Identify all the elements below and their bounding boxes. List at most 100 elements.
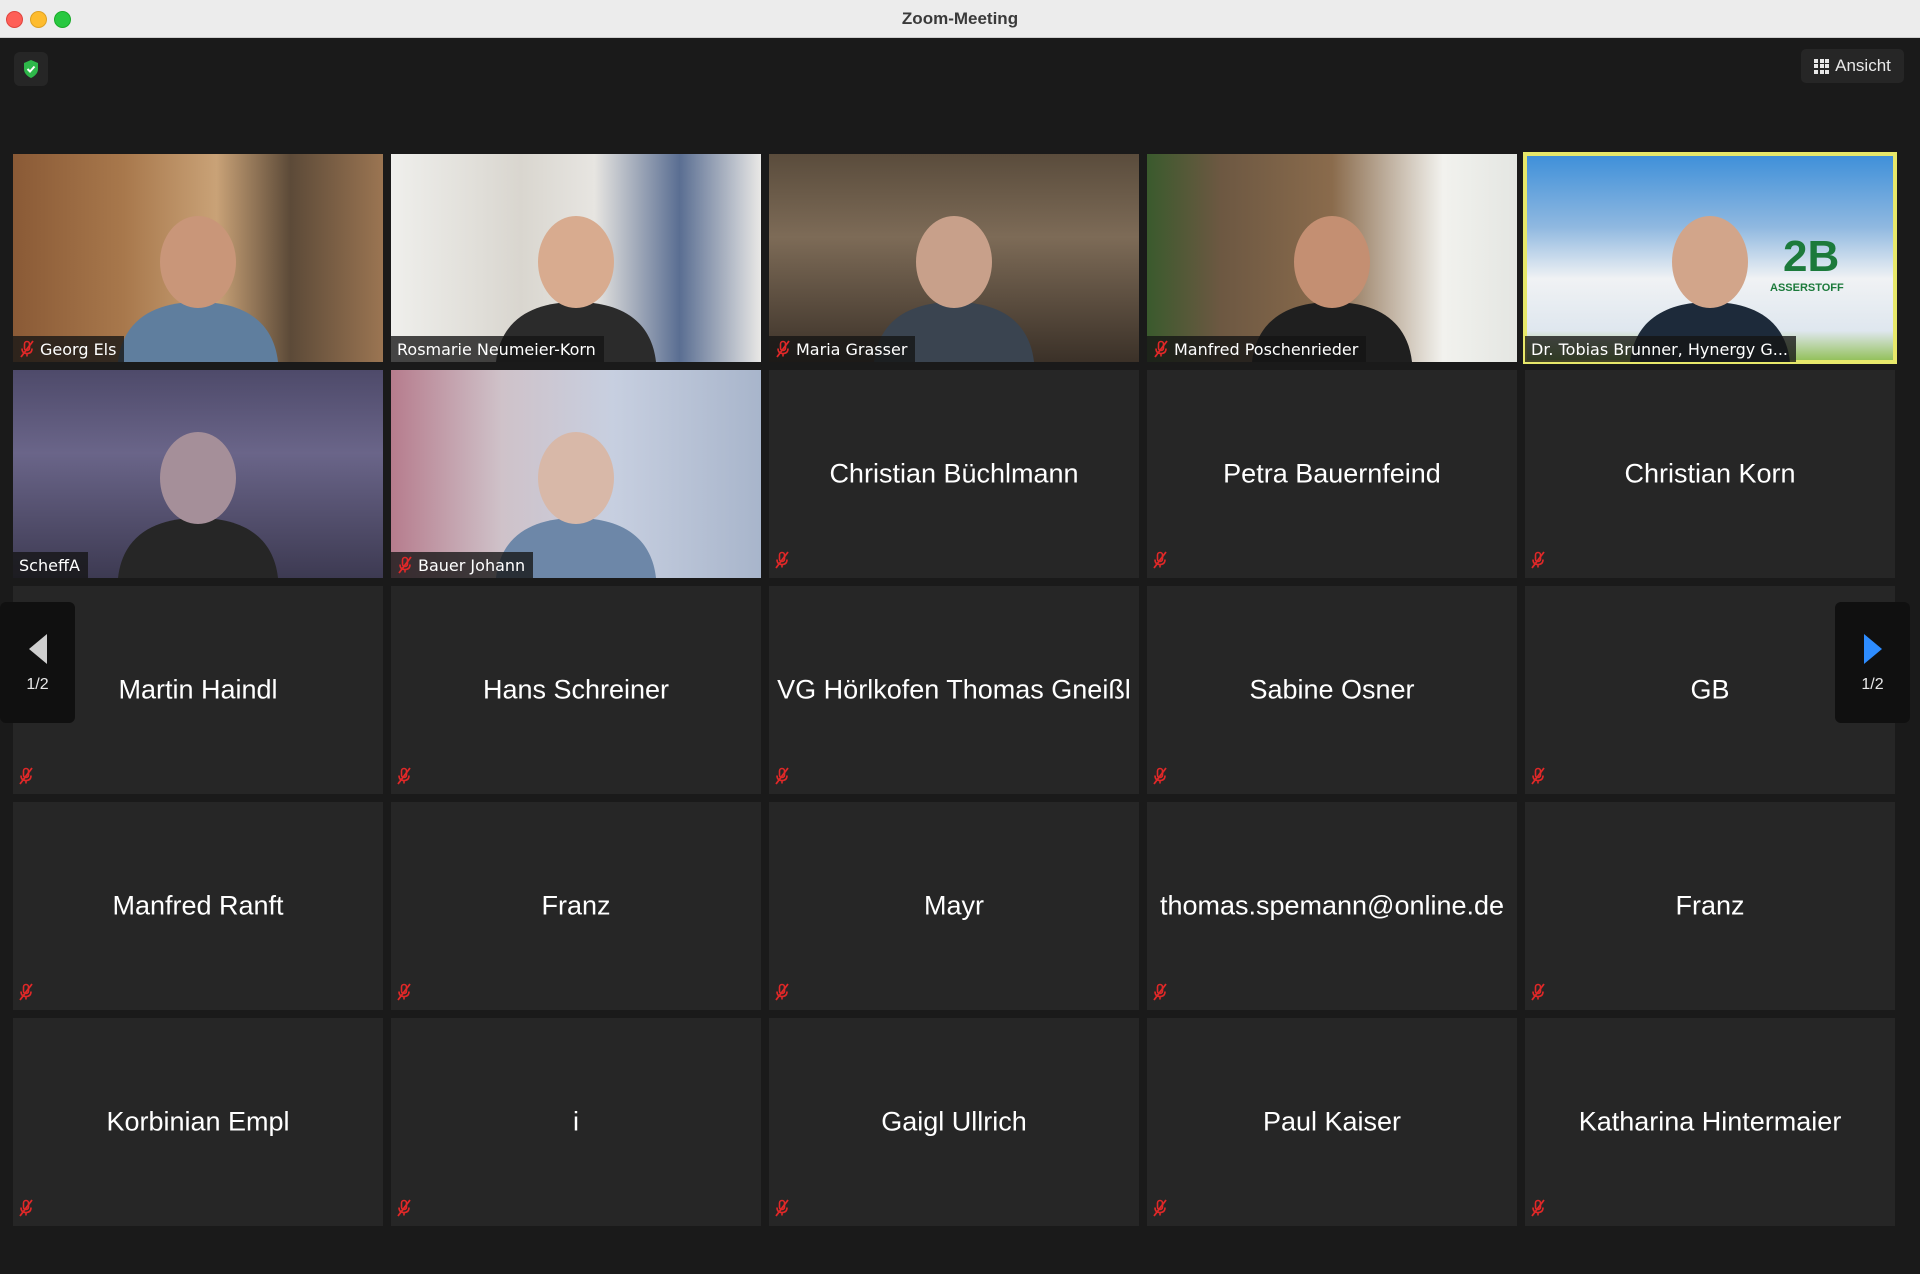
view-button-label: Ansicht <box>1835 56 1891 75</box>
muted-mic-icon <box>1153 983 1167 1001</box>
arrow-left-icon <box>28 633 47 664</box>
participant-tile[interactable]: thomas.spemann@online.de <box>1147 802 1517 1010</box>
muted-mic-icon <box>398 556 412 574</box>
muted-mic-icon <box>1153 1199 1167 1217</box>
participant-name-tag: Dr. Tobias Brunner, Hynergy G... <box>1525 336 1796 362</box>
muted-indicator <box>1530 551 1546 574</box>
video-tile[interactable]: Manfred Poschenrieder <box>1147 154 1517 362</box>
participant-display-name: Christian Korn <box>1624 458 1796 489</box>
participant-display-name: thomas.spemann@online.de <box>1159 890 1505 921</box>
participant-name: Bauer Johann <box>418 555 526 575</box>
muted-mic-icon <box>1153 551 1167 569</box>
window-titlebar: Zoom-Meeting <box>0 0 1920 38</box>
previous-page-button[interactable]: 1/2 <box>0 602 75 723</box>
participant-name-tag: Manfred Poschenrieder <box>1147 336 1367 362</box>
participant-name: Manfred Poschenrieder <box>1174 339 1359 359</box>
muted-mic-icon <box>1531 1199 1545 1217</box>
muted-indicator <box>396 983 412 1006</box>
muted-indicator <box>774 767 790 790</box>
participant-tile[interactable]: Katharina Hintermaier <box>1525 1018 1895 1226</box>
muted-mic-icon <box>397 767 411 785</box>
participant-tile[interactable]: Manfred Ranft <box>13 802 383 1010</box>
muted-indicator <box>1530 767 1546 790</box>
muted-indicator <box>1152 551 1168 574</box>
muted-mic-icon <box>775 767 789 785</box>
participant-name-tag: Georg Els <box>13 336 125 362</box>
participant-name-tag: ScheffA <box>13 552 88 578</box>
participant-display-name: Manfred Ranft <box>112 890 284 921</box>
participant-name: Dr. Tobias Brunner, Hynergy G... <box>1531 339 1788 359</box>
muted-indicator <box>1152 1199 1168 1222</box>
participant-display-name: Paul Kaiser <box>1262 1106 1402 1137</box>
participant-name-tag: Rosmarie Neumeier-Korn <box>391 336 604 362</box>
participant-tile[interactable]: Sabine Osner <box>1147 586 1517 794</box>
muted-indicator <box>396 767 412 790</box>
muted-indicator <box>774 551 790 574</box>
participant-tile[interactable]: Christian Büchlmann <box>769 370 1139 578</box>
participant-name-tag: Maria Grasser <box>769 336 916 362</box>
muted-mic-icon <box>19 983 33 1001</box>
participant-display-name: Franz <box>541 890 611 921</box>
muted-indicator <box>18 767 34 790</box>
muted-mic-icon <box>397 983 411 1001</box>
participant-tile[interactable]: i <box>391 1018 761 1226</box>
video-tile[interactable]: ScheffA <box>13 370 383 578</box>
muted-mic-icon <box>19 1199 33 1217</box>
muted-mic-icon <box>1531 551 1545 569</box>
participant-tile[interactable]: Mayr <box>769 802 1139 1010</box>
participant-display-name: Katharina Hintermaier <box>1578 1106 1842 1137</box>
muted-mic-icon <box>1531 983 1545 1001</box>
participant-display-name: VG Hörlkofen Thomas Gneißl <box>777 674 1131 705</box>
muted-indicator <box>1530 1199 1546 1222</box>
page-indicator-left: 1/2 <box>26 675 49 693</box>
muted-mic-icon <box>775 1199 789 1217</box>
participant-tile[interactable]: Petra Bauernfeind <box>1147 370 1517 578</box>
video-tile[interactable]: Bauer Johann <box>391 370 761 578</box>
muted-mic-icon <box>1531 767 1545 785</box>
participant-display-name: Franz <box>1675 890 1745 921</box>
participant-display-name: Petra Bauernfeind <box>1223 458 1441 489</box>
participant-name: Maria Grasser <box>796 339 908 359</box>
video-tile[interactable]: 2B ASSERSTOFF Dr. Tobias Brunner, Hynergy … <box>1523 152 1897 364</box>
video-logo-subtext: ASSERSTOFF <box>1770 282 1844 294</box>
participant-name: Georg Els <box>40 339 117 359</box>
muted-indicator <box>18 983 34 1006</box>
next-page-button[interactable]: 1/2 <box>1835 602 1910 723</box>
participant-display-name: Korbinian Empl <box>106 1106 290 1137</box>
muted-mic-icon <box>20 340 34 358</box>
muted-indicator <box>396 1199 412 1222</box>
muted-mic-icon <box>775 983 789 1001</box>
muted-mic-icon <box>775 551 789 569</box>
participant-display-name: Sabine Osner <box>1249 674 1415 705</box>
participant-display-name: Hans Schreiner <box>482 674 670 705</box>
video-tile[interactable]: Rosmarie Neumeier-Korn <box>391 154 761 362</box>
video-tile[interactable]: Georg Els <box>13 154 383 362</box>
participant-tile[interactable]: VG Hörlkofen Thomas Gneißl <box>769 586 1139 794</box>
participant-tile[interactable]: Paul Kaiser <box>1147 1018 1517 1226</box>
participant-tile[interactable]: Franz <box>391 802 761 1010</box>
participant-tile[interactable]: Christian Korn <box>1525 370 1895 578</box>
arrow-right-icon <box>1863 633 1882 664</box>
participant-video-figure <box>118 432 278 578</box>
participant-tile[interactable]: Gaigl Ullrich <box>769 1018 1139 1226</box>
participant-tile[interactable]: Hans Schreiner <box>391 586 761 794</box>
encryption-shield-icon[interactable] <box>14 52 48 86</box>
video-logo-text: 2B <box>1783 232 1840 281</box>
muted-indicator <box>1152 983 1168 1006</box>
participant-tile[interactable]: Korbinian Empl <box>13 1018 383 1226</box>
participant-display-name: Gaigl Ullrich <box>881 1106 1027 1137</box>
participant-tile[interactable]: Franz <box>1525 802 1895 1010</box>
muted-indicator <box>774 1199 790 1222</box>
muted-indicator <box>1530 983 1546 1006</box>
muted-indicator <box>1152 767 1168 790</box>
participant-name: ScheffA <box>19 555 80 575</box>
view-button[interactable]: Ansicht <box>1801 49 1904 83</box>
page-indicator-right: 1/2 <box>1861 675 1884 693</box>
muted-indicator <box>18 1199 34 1222</box>
participant-display-name: Mayr <box>924 890 984 921</box>
muted-indicator <box>774 983 790 1006</box>
video-tile[interactable]: Maria Grasser <box>769 154 1139 362</box>
muted-mic-icon <box>19 767 33 785</box>
muted-mic-icon <box>1154 340 1168 358</box>
participant-name: Rosmarie Neumeier-Korn <box>397 339 596 359</box>
